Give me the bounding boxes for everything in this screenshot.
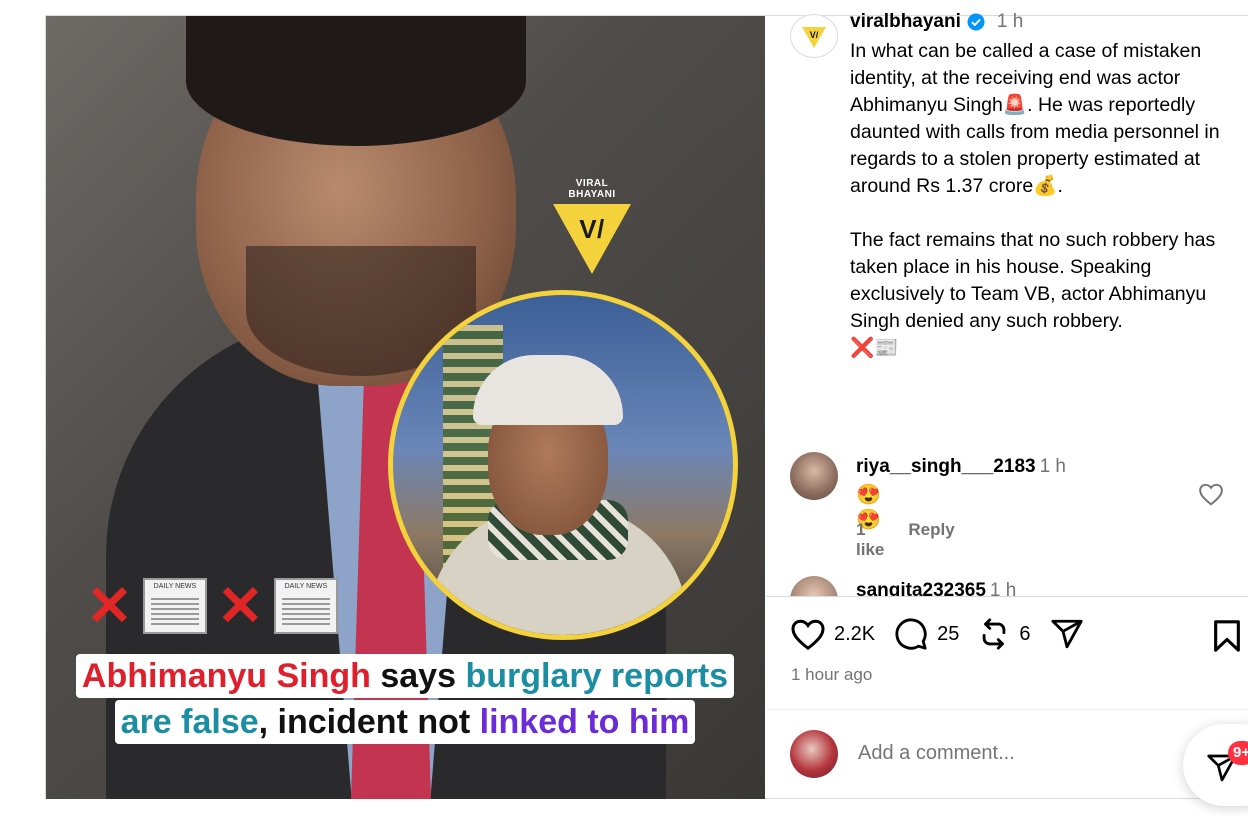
caption-paragraph: The fact remains that no such robbery ha… — [850, 229, 1216, 332]
newspaper-icon: DAILY NEWS — [273, 578, 338, 634]
heart-icon[interactable] — [790, 617, 826, 651]
headline-segment: says — [370, 657, 466, 695]
commenter-avatar[interactable] — [790, 452, 838, 500]
red-x-icon: ✕ — [216, 574, 264, 637]
headline-segment: , incident not — [258, 703, 480, 741]
headline-line-2: are false, incident not linked to him — [114, 700, 696, 744]
add-comment-input[interactable] — [858, 742, 1158, 765]
brand-watermark: VIRAL BHAYANI V/ — [552, 178, 632, 274]
comment-heart-icon[interactable] — [1198, 482, 1224, 506]
comment-action: 25 — [893, 617, 959, 651]
brand-text: VIRAL BHAYANI — [568, 178, 616, 200]
share-action — [1049, 617, 1085, 651]
svg-text:V/: V/ — [579, 214, 605, 244]
post-caption: In what can be called a case of mistaken… — [850, 38, 1235, 362]
reply-button[interactable]: Reply — [908, 520, 954, 560]
caption-paragraph: In what can be called a case of mistaken… — [850, 40, 1220, 197]
headline-segment: burglary reports — [465, 657, 729, 695]
posted-timestamp[interactable]: 1 hour ago — [791, 665, 872, 685]
comment-time: 1 h — [989, 580, 1017, 596]
comment-icon[interactable] — [893, 617, 929, 651]
inset-photo — [388, 290, 738, 640]
headline-segment: are false — [120, 703, 259, 741]
comments-list[interactable]: riya__singh___2183 1 h 😍😍 1 like Reply sa… — [766, 440, 1248, 596]
headline-line-1: Abhimanyu Singh says burglary reports — [75, 654, 735, 698]
post-actions: 2.2K 25 6 — [790, 617, 1103, 651]
share-icon[interactable] — [1049, 617, 1085, 651]
commenter-username[interactable]: riya__singh___2183 — [856, 456, 1036, 477]
headline-overlay: Abhimanyu Singh says burglary reports ar… — [52, 653, 758, 745]
author-username[interactable]: viralbhayani — [850, 11, 961, 33]
graphic-icon-row: ✕ DAILY NEWS ✕ DAILY NEWS — [86, 578, 338, 634]
newspaper-label: DAILY NEWS — [153, 583, 197, 590]
comment-header: riya__singh___2183 1 h — [856, 456, 1066, 478]
reposts-count[interactable]: 6 — [1019, 623, 1030, 646]
messages-badge: 9+ — [1228, 741, 1248, 765]
author-avatar[interactable]: V/ — [790, 14, 838, 58]
post-time: 1 h — [996, 11, 1024, 32]
photo-hair — [186, 16, 526, 146]
brand-logo-icon: V/ — [553, 204, 631, 274]
current-user-avatar[interactable] — [790, 730, 838, 778]
composer-divider — [766, 709, 1248, 710]
commenter-avatar[interactable] — [790, 576, 838, 596]
svg-text:V/: V/ — [810, 30, 819, 40]
verified-icon — [967, 13, 985, 31]
comment-time: 1 h — [1039, 456, 1066, 477]
comment-meta: 1 like Reply — [856, 520, 955, 560]
newspaper-icon: DAILY NEWS — [142, 578, 207, 634]
like-action: 2.2K — [790, 617, 875, 651]
headline-segment: Abhimanyu Singh — [81, 657, 371, 695]
commenter-username[interactable]: sangita232365 — [856, 580, 986, 596]
caption-emoji-line: ❌📰 — [850, 337, 899, 359]
author-line: viralbhayani 1 h — [850, 11, 1023, 33]
red-x-icon: ✕ — [86, 574, 133, 637]
actions-divider — [766, 596, 1248, 597]
post-media[interactable]: VIRAL BHAYANI V/ ✕ DAILY NEWS ✕ DAILY NE… — [46, 16, 765, 799]
newspaper-label: DAILY NEWS — [284, 583, 328, 590]
headline-segment: linked to him — [479, 703, 690, 741]
comment-header: sangita232365 1 h — [856, 580, 1016, 596]
repost-icon[interactable] — [977, 617, 1011, 651]
comment-likes[interactable]: 1 like — [856, 520, 884, 560]
author-logo-icon: V/ — [802, 27, 826, 48]
likes-count[interactable]: 2.2K — [834, 623, 875, 646]
repost-action: 6 — [977, 617, 1031, 651]
comments-count[interactable]: 25 — [937, 623, 959, 646]
bookmark-icon[interactable] — [1212, 619, 1242, 653]
